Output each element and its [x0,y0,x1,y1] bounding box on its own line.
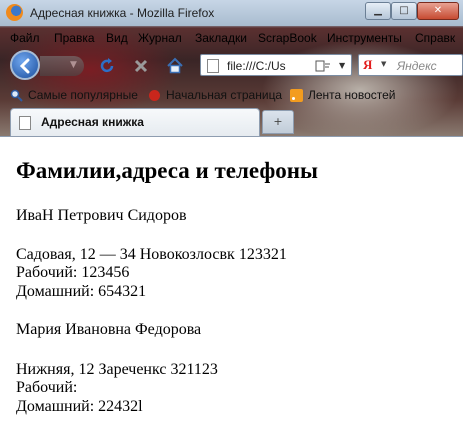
rss-feed-icon[interactable] [315,58,331,74]
window-title: Адресная книжка - Mozilla Firefox [30,6,215,20]
search-bar[interactable]: Я ▼ Яндекс [358,54,463,76]
maximize-button[interactable]: □ [391,2,417,20]
plus-icon: + [273,115,283,128]
search-engine-dropdown-icon[interactable]: ▼ [381,60,386,68]
tab-strip: Адресная книжка + [0,108,463,136]
menu-history[interactable]: Журнал [138,31,182,45]
reload-icon[interactable] [98,57,116,75]
tab-address-book[interactable]: Адресная книжка [10,108,260,136]
yandex-engine-icon[interactable]: Я [363,58,379,72]
menu-scrapbook[interactable]: ScrapBook [258,31,317,45]
firefox-bookmark-icon [149,90,160,101]
back-arrow-icon [19,58,30,74]
new-tab-button[interactable]: + [262,110,294,134]
page-icon [19,116,31,130]
close-button[interactable]: ✕ [417,2,459,20]
forward-button[interactable]: ▼ [40,56,84,76]
contact-home-phone: Домашний: 654321 [16,283,147,300]
menu-bar: Файл Правка Вид Журнал Закладки ScrapBoo… [0,28,463,48]
bookmarks-toolbar: Самые популярные Начальная страница Лент… [0,84,463,106]
minimize-button[interactable]: ▁ [365,2,391,20]
browser-chrome: Адресная книжка - Mozilla Firefox ▁ □ ✕ … [0,0,463,136]
tab-label: Адресная книжка [41,115,144,129]
page-icon [207,59,219,73]
menu-view[interactable]: Вид [106,31,128,45]
contact-name: Мария Ивановна Федорова [16,321,202,338]
url-text[interactable]: file:///C:/Us [227,59,286,73]
page-content: Фамилии,адреса и телефоны ИваН Петрович … [0,136,463,443]
back-button[interactable] [10,50,40,80]
contact-work-phone: Рабочий: [16,379,78,396]
menu-edit[interactable]: Правка [54,31,95,45]
search-placeholder[interactable]: Яндекс [397,59,437,73]
navigation-toolbar: ▼ file:///C:/Us ▼ Я ▼ Яндекс [0,48,463,82]
contact-address: Садовая, 12 — 34 Новокозлосвк 123321 [16,246,287,263]
title-bar: Адресная книжка - Mozilla Firefox ▁ □ ✕ [0,0,463,26]
forward-dropdown-icon[interactable]: ▼ [70,60,77,70]
page-title: Фамилии,адреса и телефоны [16,158,319,183]
menu-help[interactable]: Справк [415,31,455,45]
contact-address: Нижняя, 12 Зареченкс 321123 [16,361,218,378]
contact-home-phone: Домашний: 22432l [16,398,143,415]
maximize-icon: □ [399,5,409,16]
address-dropdown-icon[interactable]: ▼ [339,61,345,70]
menu-file[interactable]: Файл [10,31,40,45]
stop-icon[interactable] [132,57,150,75]
home-icon[interactable] [166,57,184,75]
firefox-logo-icon [6,4,23,21]
minimize-icon: ▁ [374,5,382,16]
bookmark-news-feed[interactable]: Лента новостей [308,88,396,102]
search-bookmark-icon [10,89,23,102]
rss-bookmark-icon [290,89,303,102]
contact-name: ИваН Петрович Сидоров [16,207,187,224]
close-icon: ✕ [433,5,443,16]
contact-work-phone: Рабочий: 123456 [16,264,130,281]
address-bar[interactable]: file:///C:/Us ▼ [200,54,352,76]
bookmark-most-visited[interactable]: Самые популярные [28,88,138,102]
menu-bookmarks[interactable]: Закладки [195,31,247,45]
bookmark-start-page[interactable]: Начальная страница [166,88,282,102]
menu-tools[interactable]: Инструменты [327,31,402,45]
